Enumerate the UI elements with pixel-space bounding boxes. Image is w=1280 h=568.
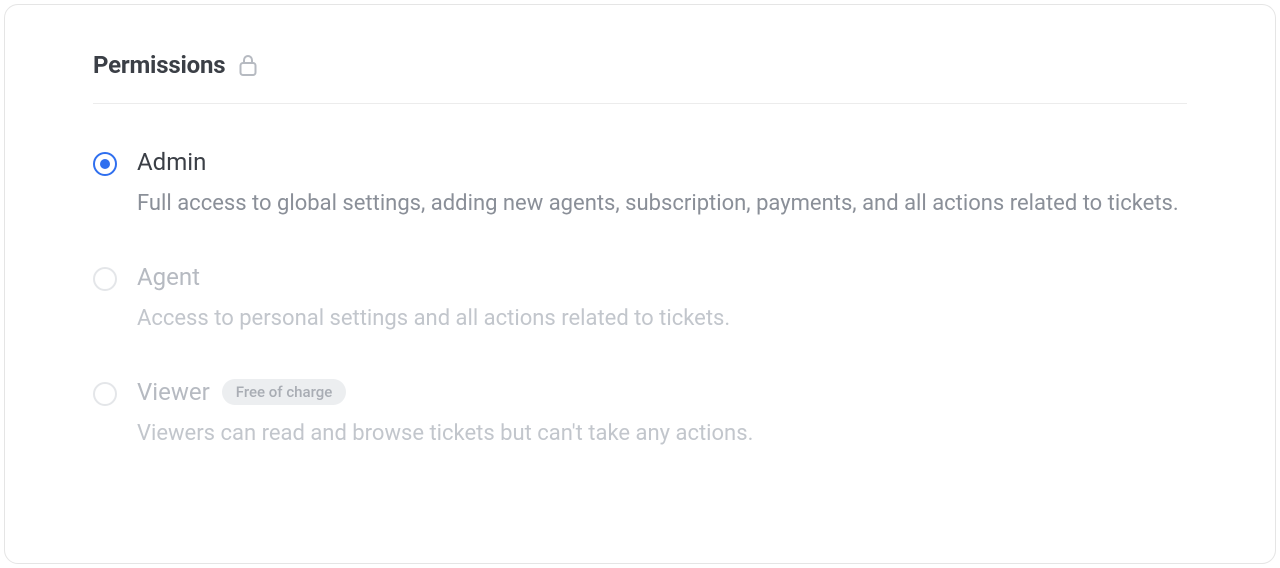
radio-agent[interactable]	[93, 267, 117, 291]
option-admin[interactable]: Admin Full access to global settings, ad…	[93, 148, 1187, 221]
section-title: Permissions	[93, 51, 225, 79]
options-list: Admin Full access to global settings, ad…	[93, 148, 1187, 452]
permissions-card: Permissions Admin Full access to global …	[4, 4, 1276, 564]
option-label: Admin	[137, 148, 206, 176]
label-row: Admin	[137, 148, 1187, 176]
option-description: Viewers can read and browse tickets but …	[137, 416, 1187, 451]
label-row: Viewer Free of charge	[137, 378, 1187, 406]
option-agent[interactable]: Agent Access to personal settings and al…	[93, 263, 1187, 336]
option-label: Viewer	[137, 378, 210, 406]
option-body: Admin Full access to global settings, ad…	[137, 148, 1187, 221]
option-viewer[interactable]: Viewer Free of charge Viewers can read a…	[93, 378, 1187, 451]
option-body: Agent Access to personal settings and al…	[137, 263, 1187, 336]
free-badge: Free of charge	[222, 379, 347, 405]
radio-viewer[interactable]	[93, 382, 117, 406]
section-header: Permissions	[93, 51, 1187, 104]
label-row: Agent	[137, 263, 1187, 291]
option-label: Agent	[137, 263, 200, 291]
option-description: Access to personal settings and all acti…	[137, 301, 1187, 336]
option-body: Viewer Free of charge Viewers can read a…	[137, 378, 1187, 451]
lock-icon	[239, 54, 257, 76]
option-description: Full access to global settings, adding n…	[137, 186, 1187, 221]
radio-admin[interactable]	[93, 152, 117, 176]
